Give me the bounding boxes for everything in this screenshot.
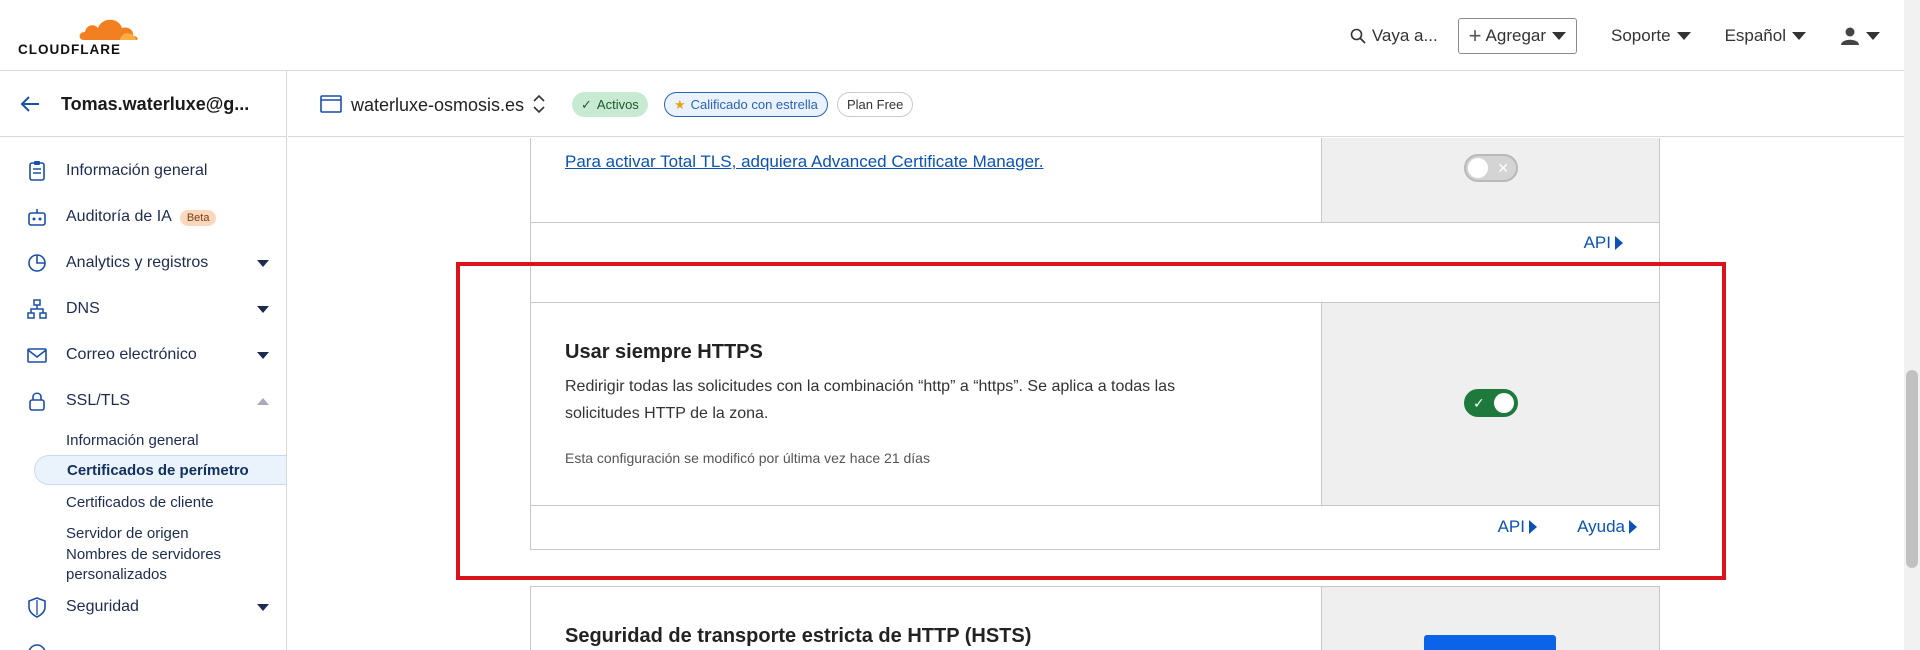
toggle-panel: ✕ <box>1321 138 1659 222</box>
total-tls-toggle[interactable]: ✕ <box>1464 154 1518 182</box>
cloud-logo-icon <box>79 19 138 40</box>
back-arrow-icon[interactable] <box>20 95 40 113</box>
account-switcher[interactable]: Tomas.waterluxe@g... <box>0 71 286 137</box>
zone-bar: waterluxe-osmosis.es ✓ Activos ★ Calificad… <box>288 71 1904 137</box>
account-name: Tomas.waterluxe@g... <box>61 94 250 114</box>
card-footer: API <box>531 222 1659 266</box>
sidebar-sub-item[interactable]: Servidor de origen <box>66 525 189 542</box>
star-badge[interactable]: ★ Calificado con estrella <box>664 92 828 117</box>
sort-icon[interactable] <box>532 93 546 115</box>
logo-text: CLOUDFLARE <box>18 42 121 57</box>
mail-icon <box>27 348 47 363</box>
lock-icon <box>29 392 45 411</box>
search-icon <box>1350 28 1366 44</box>
sidebar-item-security[interactable]: Seguridad <box>0 587 286 627</box>
chevron-down-icon <box>1866 32 1880 40</box>
chevron-down-icon <box>257 259 269 267</box>
chevron-down-icon <box>1792 32 1806 40</box>
sidebar-sub-item-label: Certificados de perímetro <box>67 462 249 479</box>
api-link-label: API <box>1583 233 1611 252</box>
sidebar-item-label: SSL/TLS <box>66 392 131 409</box>
sidebar-item-ai-audit[interactable]: Auditoría de IA Beta <box>0 197 286 237</box>
sidebar-item-label: DNS <box>66 300 100 317</box>
sidebar-item-next[interactable] <box>0 633 286 650</box>
page-scrollbar[interactable] <box>1904 0 1920 650</box>
close-icon: ✕ <box>1497 160 1509 176</box>
sidebar-item-email[interactable]: Correo electrónico <box>0 335 286 375</box>
star-badge-label: Calificado con estrella <box>690 97 818 112</box>
sidebar-sub-item[interactable]: Nombres de servidores personalizados <box>66 545 246 585</box>
shield-icon <box>28 597 46 618</box>
sidebar-item-ssl-tls[interactable]: SSL/TLS <box>0 381 286 421</box>
advanced-certificate-link[interactable]: Para activar Total TLS, adquiera Advance… <box>565 152 1043 172</box>
chevron-down-icon <box>257 305 269 313</box>
api-link[interactable]: API <box>1584 233 1623 253</box>
status-badge-label: Activos <box>596 97 639 112</box>
plan-badge: Plan Free <box>837 92 914 117</box>
support-label: Soporte <box>1611 26 1671 45</box>
zone-name[interactable]: waterluxe-osmosis.es <box>351 95 524 116</box>
cloudflare-logo[interactable]: CLOUDFLARE <box>18 14 138 58</box>
add-label: Agregar <box>1485 26 1547 45</box>
chevron-up-icon <box>257 397 269 405</box>
star-icon: ★ <box>674 96 686 112</box>
sidebar-sub-item[interactable]: Información general <box>66 432 199 449</box>
chevron-down-icon <box>257 351 269 359</box>
sidebar-sub-item[interactable]: Certificados de cliente <box>66 494 214 511</box>
support-menu[interactable]: Soporte <box>1611 18 1691 54</box>
chevron-down-icon <box>1676 32 1691 40</box>
sidebar-item-dns[interactable]: DNS <box>0 289 286 329</box>
clipboard-icon <box>29 161 45 181</box>
sidebar-item-overview[interactable]: Información general <box>0 151 286 191</box>
add-button[interactable]: + Agregar <box>1457 18 1578 54</box>
chevron-down-icon <box>1552 32 1567 40</box>
sidebar-sub-item-active[interactable]: Certificados de perímetro <box>34 455 286 485</box>
chevron-down-icon <box>257 603 269 611</box>
caret-right-icon <box>1615 236 1623 250</box>
search-button[interactable]: Vaya a... <box>1350 18 1438 54</box>
highlight-box <box>456 262 1726 580</box>
language-label: Español <box>1724 26 1786 45</box>
sidebar-item-label: Seguridad <box>66 598 139 615</box>
browser-window-icon <box>320 95 342 113</box>
status-badge: ✓ Activos <box>572 92 648 117</box>
enable-hsts-button[interactable] <box>1424 635 1556 650</box>
robot-icon <box>28 209 46 226</box>
top-header: CLOUDFLARE Vaya a... + Agregar Soporte E… <box>0 0 1904 71</box>
sidebar-item-analytics[interactable]: Analytics y registros <box>0 243 286 283</box>
top-nav: Vaya a... + Agregar Soporte Español <box>1316 18 1880 54</box>
sidebar-item-label-wrap: Auditoría de IA Beta <box>66 208 217 226</box>
check-icon: ✓ <box>581 96 592 112</box>
circle-icon <box>28 644 46 650</box>
search-label: Vaya a... <box>1371 26 1438 45</box>
user-icon <box>1841 27 1859 45</box>
card-title: Seguridad de transporte estricta de HTTP… <box>565 625 1032 647</box>
sidebar: Tomas.waterluxe@g... Información general… <box>0 71 287 650</box>
plan-badge-label: Plan Free <box>847 97 904 112</box>
language-menu[interactable]: Español <box>1725 18 1806 54</box>
sidebar-item-label: Correo electrónico <box>66 346 197 363</box>
pie-chart-icon <box>28 254 46 272</box>
network-icon <box>27 299 47 319</box>
plus-icon: + <box>1468 23 1482 48</box>
scrollbar-thumb[interactable] <box>1906 370 1918 568</box>
beta-badge: Beta <box>179 210 217 226</box>
user-menu[interactable] <box>1840 18 1880 54</box>
sidebar-item-label: Información general <box>66 162 208 179</box>
toggle-knob <box>1468 158 1488 178</box>
sidebar-item-label: Analytics y registros <box>66 254 209 271</box>
sidebar-item-label: Auditoría de IA <box>66 208 172 225</box>
